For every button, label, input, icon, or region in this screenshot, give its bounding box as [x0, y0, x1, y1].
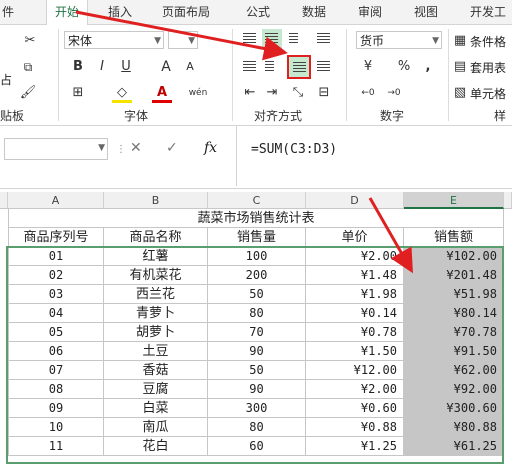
annotation-arrows — [75, 10, 413, 274]
arrow-to-sales-column — [368, 197, 413, 274]
arrow-to-align-right — [75, 10, 288, 61]
